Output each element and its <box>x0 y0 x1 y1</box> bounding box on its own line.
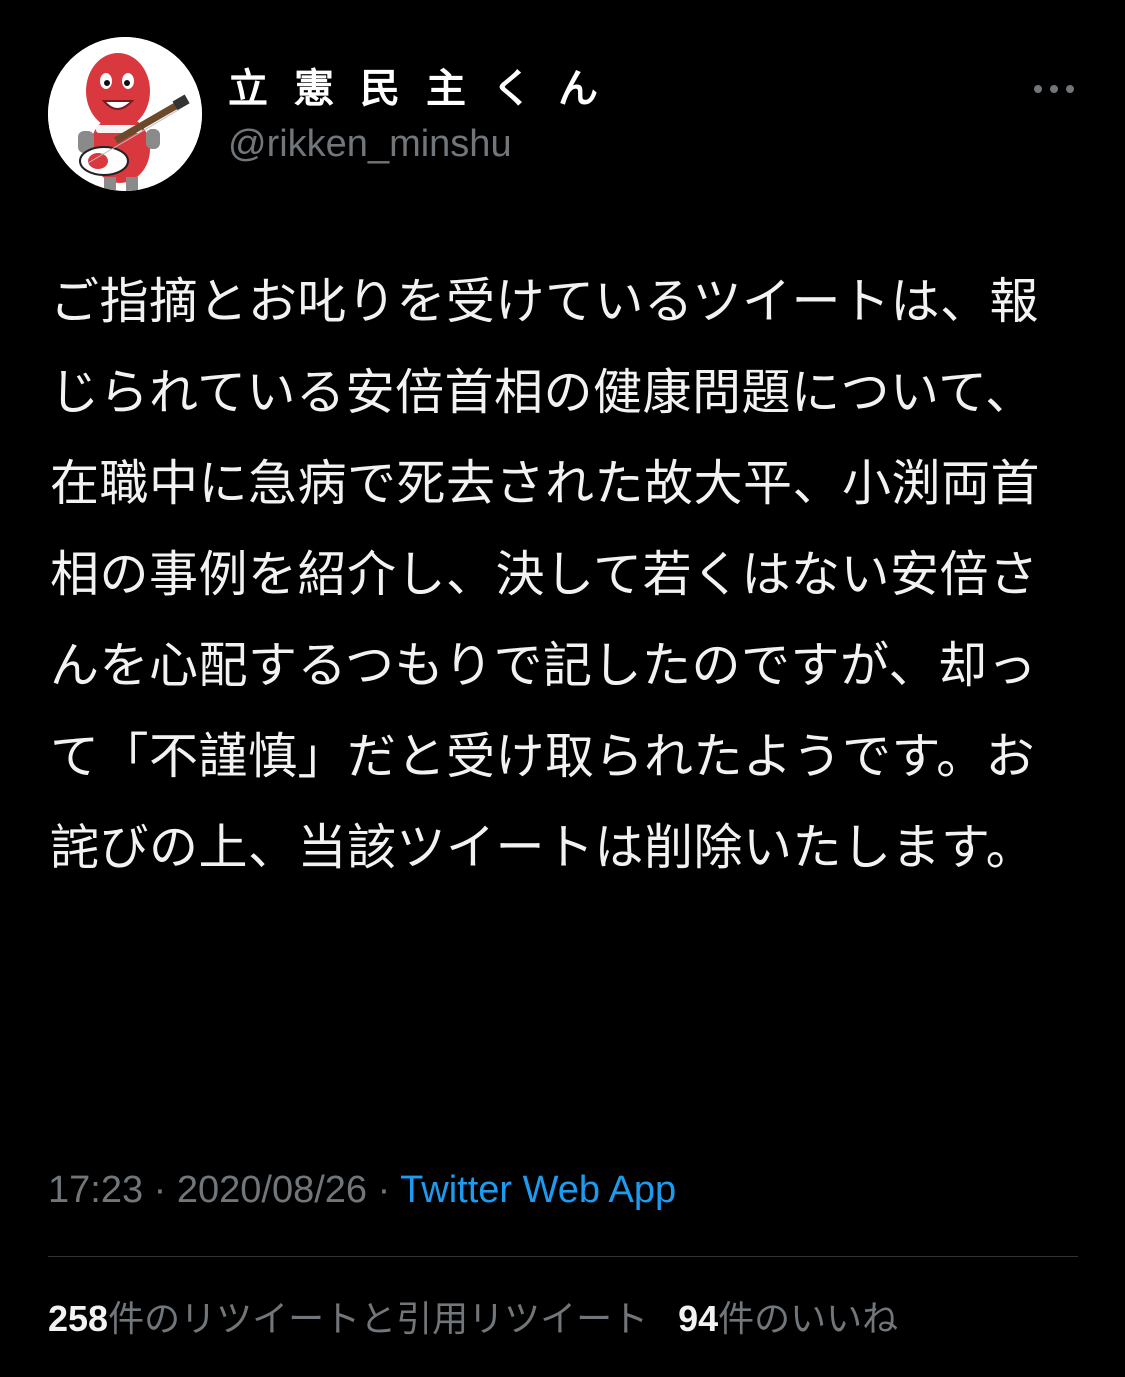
tweet-date[interactable]: 2020/08/26 <box>177 1169 367 1211</box>
retweets-count: 258 <box>48 1298 109 1339</box>
likes-stat[interactable]: 94件のいいね <box>678 1298 899 1340</box>
mascot-avatar-image <box>48 37 202 191</box>
tweet-stats: 258件のリツイートと引用リツイート 94件のいいね <box>48 1296 898 1343</box>
divider <box>48 1256 1078 1257</box>
more-horizontal-icon <box>1034 85 1074 93</box>
tweet-header: 立憲民主くん @rikken_minshu <box>48 37 1078 197</box>
meta-separator: · <box>143 1169 177 1211</box>
display-name[interactable]: 立憲民主くん <box>228 65 624 113</box>
meta-separator: · <box>367 1169 401 1211</box>
user-names: 立憲民主くん @rikken_minshu <box>228 65 624 167</box>
tweet-detail: 立憲民主くん @rikken_minshu ご指摘とお叱りを受けているツイートは… <box>0 0 1125 1377</box>
user-handle[interactable]: @rikken_minshu <box>228 121 624 167</box>
tweet-text: ご指摘とお叱りを受けているツイートは、報じられている安倍首相の健康問題について、… <box>50 273 1041 876</box>
retweets-label: 件のリツイートと引用リツイート <box>108 1299 649 1340</box>
likes-count: 94 <box>678 1298 719 1339</box>
retweets-stat[interactable]: 258件のリツイートと引用リツイート <box>48 1298 649 1340</box>
tweet-meta: 17:23 · 2020/08/26 · Twitter Web App <box>48 1166 676 1214</box>
more-options-button[interactable] <box>1030 77 1078 101</box>
tweet-time[interactable]: 17:23 <box>48 1169 143 1211</box>
tweet-source-link[interactable]: Twitter Web App <box>400 1169 676 1211</box>
avatar[interactable] <box>48 37 202 191</box>
likes-label: 件のいいね <box>718 1299 899 1340</box>
